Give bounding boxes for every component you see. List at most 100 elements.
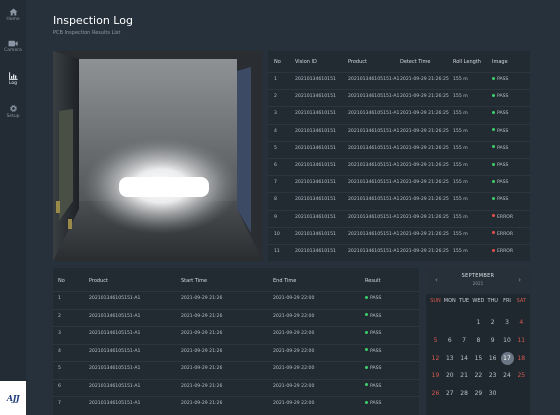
calendar-day[interactable]: 7 [458, 334, 471, 347]
calendar-day[interactable]: 6 [443, 334, 456, 347]
status-badge[interactable]: PASS [492, 145, 508, 151]
calendar-day[interactable]: 14 [458, 352, 471, 365]
column-header[interactable]: Roll Length [453, 59, 481, 65]
status-badge[interactable]: PASS [365, 330, 381, 336]
status-dot-icon [492, 214, 495, 218]
row-divider [53, 396, 419, 397]
status-badge[interactable]: PASS [365, 383, 381, 389]
column-header[interactable]: No [274, 59, 281, 65]
calendar-day[interactable]: 5 [429, 334, 442, 347]
column-header[interactable]: Detect Time [400, 59, 431, 65]
calendar-day[interactable]: 2 [486, 316, 499, 329]
calendar-day[interactable]: 19 [429, 369, 442, 382]
table-cell: 202101346105151-A1 [348, 145, 400, 151]
status-badge[interactable]: PASS [365, 313, 381, 319]
status-dot-icon [492, 93, 495, 97]
status-badge[interactable]: PASS [492, 162, 508, 168]
status-badge[interactable]: PASS [492, 196, 508, 202]
status-dot-icon [365, 313, 368, 316]
sidebar-item-log[interactable]: Log [0, 72, 26, 86]
camera-image [53, 51, 263, 261]
status-badge[interactable]: ERROR [492, 248, 514, 254]
calendar-day[interactable]: 17 [500, 351, 514, 365]
column-header[interactable]: Result [365, 278, 380, 284]
status-dot-icon [365, 400, 368, 404]
calendar-day[interactable]: 29 [472, 387, 485, 400]
calendar-day[interactable]: 23 [486, 369, 499, 382]
status-dot-icon [492, 162, 495, 166]
table-cell: 202101346105151-A1 [348, 163, 400, 168]
table-cell: 2021-09-29 21:26:25 [400, 94, 449, 100]
table-cell: 202101346105151-A1 [348, 94, 400, 100]
calendar-day[interactable]: 30 [486, 387, 499, 400]
row-divider [53, 378, 419, 380]
row-divider [53, 343, 419, 345]
calendar-day[interactable]: 18 [515, 352, 528, 365]
status-badge[interactable]: ERROR [492, 231, 514, 237]
row-divider [268, 72, 530, 73]
calendar-day[interactable]: 26 [429, 387, 442, 400]
calendar-day[interactable]: 16 [486, 352, 499, 365]
calendar-day[interactable]: 22 [472, 369, 485, 382]
calendar-day[interactable]: 20 [443, 369, 456, 382]
status-badge[interactable]: ERROR [492, 214, 513, 220]
calendar-day[interactable]: 4 [515, 316, 528, 329]
table-cell: 202101346105151-A1 [89, 366, 141, 371]
calendar-day[interactable]: 12 [429, 352, 442, 365]
gear-icon [9, 105, 17, 112]
status-badge[interactable]: PASS [365, 365, 381, 371]
status-dot-icon [365, 330, 368, 334]
calendar-day[interactable]: 27 [443, 387, 456, 400]
status-badge[interactable]: PASS [492, 179, 509, 186]
status-text: PASS [497, 180, 509, 186]
table-cell: 155 m [453, 197, 468, 203]
table-cell: 2021-09-29 21:26 [181, 296, 223, 301]
column-header[interactable]: End Time [273, 278, 296, 284]
sidebar-item-home[interactable]: Home [0, 8, 26, 22]
column-header[interactable]: Start Time [181, 278, 207, 284]
column-header[interactable]: Image [492, 59, 508, 65]
table-cell: 155 m [453, 163, 468, 168]
status-badge[interactable]: PASS [492, 76, 508, 82]
column-header[interactable]: Product [89, 278, 108, 284]
status-text: ERROR [497, 249, 514, 254]
sidebar-item-camera[interactable]: Camera [0, 40, 26, 53]
status-badge[interactable]: PASS [365, 348, 381, 354]
calendar-day[interactable]: 24 [501, 369, 514, 382]
table-cell: 2 [274, 94, 277, 100]
calendar-day[interactable]: 3 [501, 316, 514, 329]
calendar-day[interactable]: 13 [443, 352, 456, 365]
status-badge[interactable]: PASS [365, 400, 381, 406]
table-cell: 9 [274, 214, 277, 220]
table-cell: 2021-09-29 22:00 [273, 383, 315, 389]
table-cell: 2021-09-29 21:26:25 [400, 197, 449, 203]
calendar-day[interactable]: 11 [515, 334, 528, 347]
calendar-day[interactable]: 15 [472, 352, 485, 365]
status-badge[interactable]: PASS [365, 295, 381, 301]
calendar-day[interactable]: 21 [458, 369, 471, 382]
calendar-day[interactable]: 25 [515, 369, 528, 382]
calendar-day[interactable]: 9 [486, 334, 499, 347]
status-text: ERROR [497, 231, 514, 237]
table-cell: 1 [58, 296, 61, 301]
table-cell: 155 m [453, 128, 468, 134]
table-cell: 2021-09-29 22:00 [273, 313, 315, 319]
status-badge[interactable]: PASS [492, 128, 508, 134]
table-cell: 202101346105151-A1 [89, 296, 141, 301]
row-divider [268, 175, 530, 177]
calendar-day[interactable]: 28 [458, 387, 471, 400]
table-cell: 202101346105151-A1 [348, 214, 400, 220]
chevron-right-icon[interactable]: › [518, 276, 521, 284]
table-cell: 2021-09-29 21:26:25 [400, 128, 449, 134]
column-header[interactable]: Product [348, 59, 367, 65]
status-badge[interactable]: PASS [492, 110, 508, 116]
column-header[interactable]: No [58, 278, 65, 284]
status-text: PASS [497, 94, 509, 100]
sidebar-item-setup[interactable]: Setup [0, 104, 26, 119]
table-cell: 2021-09-29 21:26 [181, 383, 223, 389]
column-header[interactable]: Vision ID [295, 59, 317, 65]
calendar-day[interactable]: 10 [501, 334, 514, 347]
calendar-day[interactable]: 1 [472, 316, 485, 329]
calendar-day[interactable]: 8 [472, 334, 485, 347]
status-badge[interactable]: PASS [492, 93, 509, 100]
